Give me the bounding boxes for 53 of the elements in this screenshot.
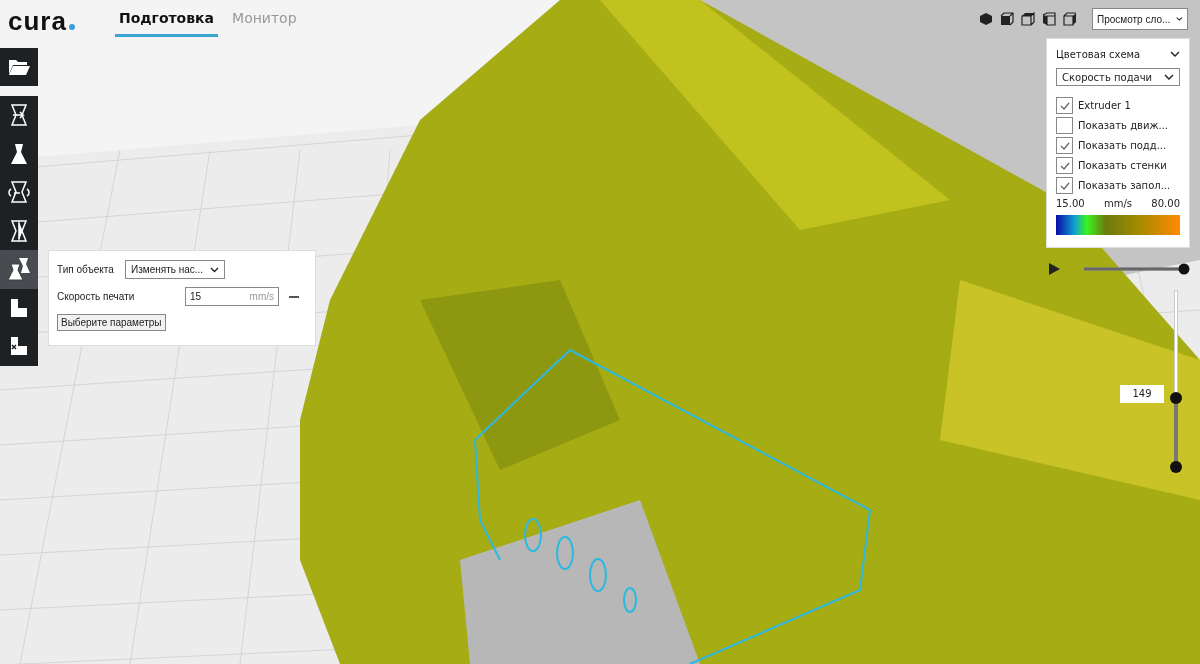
option-label: Показать движ... xyxy=(1078,120,1168,131)
hourglass-arrow-icon xyxy=(9,104,29,127)
setting-label: Скорость печати xyxy=(57,291,136,302)
checkbox[interactable] xyxy=(1056,137,1073,154)
tool-button[interactable] xyxy=(0,211,38,250)
view-mode-dropdown[interactable]: Просмотр сло... xyxy=(1092,8,1188,30)
tool-button[interactable] xyxy=(0,250,38,289)
option-label: Показать подд... xyxy=(1078,140,1167,151)
checkbox[interactable] xyxy=(1056,157,1073,174)
stairs-cross-icon xyxy=(9,336,29,357)
mesh-type-dropdown[interactable]: Изменять нас... xyxy=(125,260,225,279)
mesh-type-label: Тип объекта xyxy=(57,264,115,275)
stage-tab[interactable]: Подготовка xyxy=(114,4,219,37)
tool-button[interactable] xyxy=(0,96,38,135)
option-label: Показать стенки xyxy=(1078,160,1167,171)
tool-button[interactable] xyxy=(0,288,38,327)
cube-left-icon[interactable] xyxy=(1042,12,1056,26)
folder-icon xyxy=(8,58,30,76)
logo-dot-icon xyxy=(68,23,75,30)
hourglass-rotate-icon xyxy=(8,181,30,204)
checkmark-icon xyxy=(1059,181,1070,190)
legend-min: 15.00 xyxy=(1056,198,1085,209)
stacked-shapes-icon xyxy=(7,257,31,282)
cube-front-icon[interactable] xyxy=(1000,12,1014,26)
cura-logo: cura xyxy=(8,6,67,35)
mirror-icon xyxy=(9,219,29,242)
legend-max: 80.00 xyxy=(1151,198,1180,209)
chevron-down-icon xyxy=(1164,74,1174,80)
checkbox[interactable] xyxy=(1056,117,1073,134)
checkmark-icon xyxy=(1059,101,1070,110)
chevron-down-icon[interactable] xyxy=(1170,51,1180,57)
checkmark-icon xyxy=(1059,141,1070,150)
select-settings-button[interactable]: Выберите параметры xyxy=(57,314,166,331)
tool-button[interactable] xyxy=(0,327,38,366)
option-label: Показать запол... xyxy=(1078,180,1171,191)
color-scheme-label: Цветовая схема xyxy=(1056,48,1141,60)
color-scheme-dropdown[interactable]: Скорость подачи xyxy=(1056,68,1180,86)
cube-right-icon[interactable] xyxy=(1063,12,1077,26)
checkbox[interactable] xyxy=(1056,177,1073,194)
cube-top-icon[interactable] xyxy=(1021,12,1035,26)
chevron-down-icon xyxy=(1176,16,1183,22)
open-file-button[interactable] xyxy=(0,48,38,86)
checkmark-icon xyxy=(1059,161,1070,170)
checkbox[interactable] xyxy=(1056,97,1073,114)
stairs-icon xyxy=(9,297,29,318)
chevron-down-icon xyxy=(210,266,219,273)
print-speed-field[interactable]: 15 mm/s xyxy=(185,287,279,306)
cube-icon[interactable] xyxy=(979,12,993,26)
legend-unit: mm/s xyxy=(1103,198,1133,209)
play-icon[interactable] xyxy=(1049,263,1060,275)
unit-label: mm/s xyxy=(249,291,274,302)
option-label: Extruder 1 xyxy=(1078,100,1131,111)
trapezoid-icon xyxy=(9,142,29,165)
